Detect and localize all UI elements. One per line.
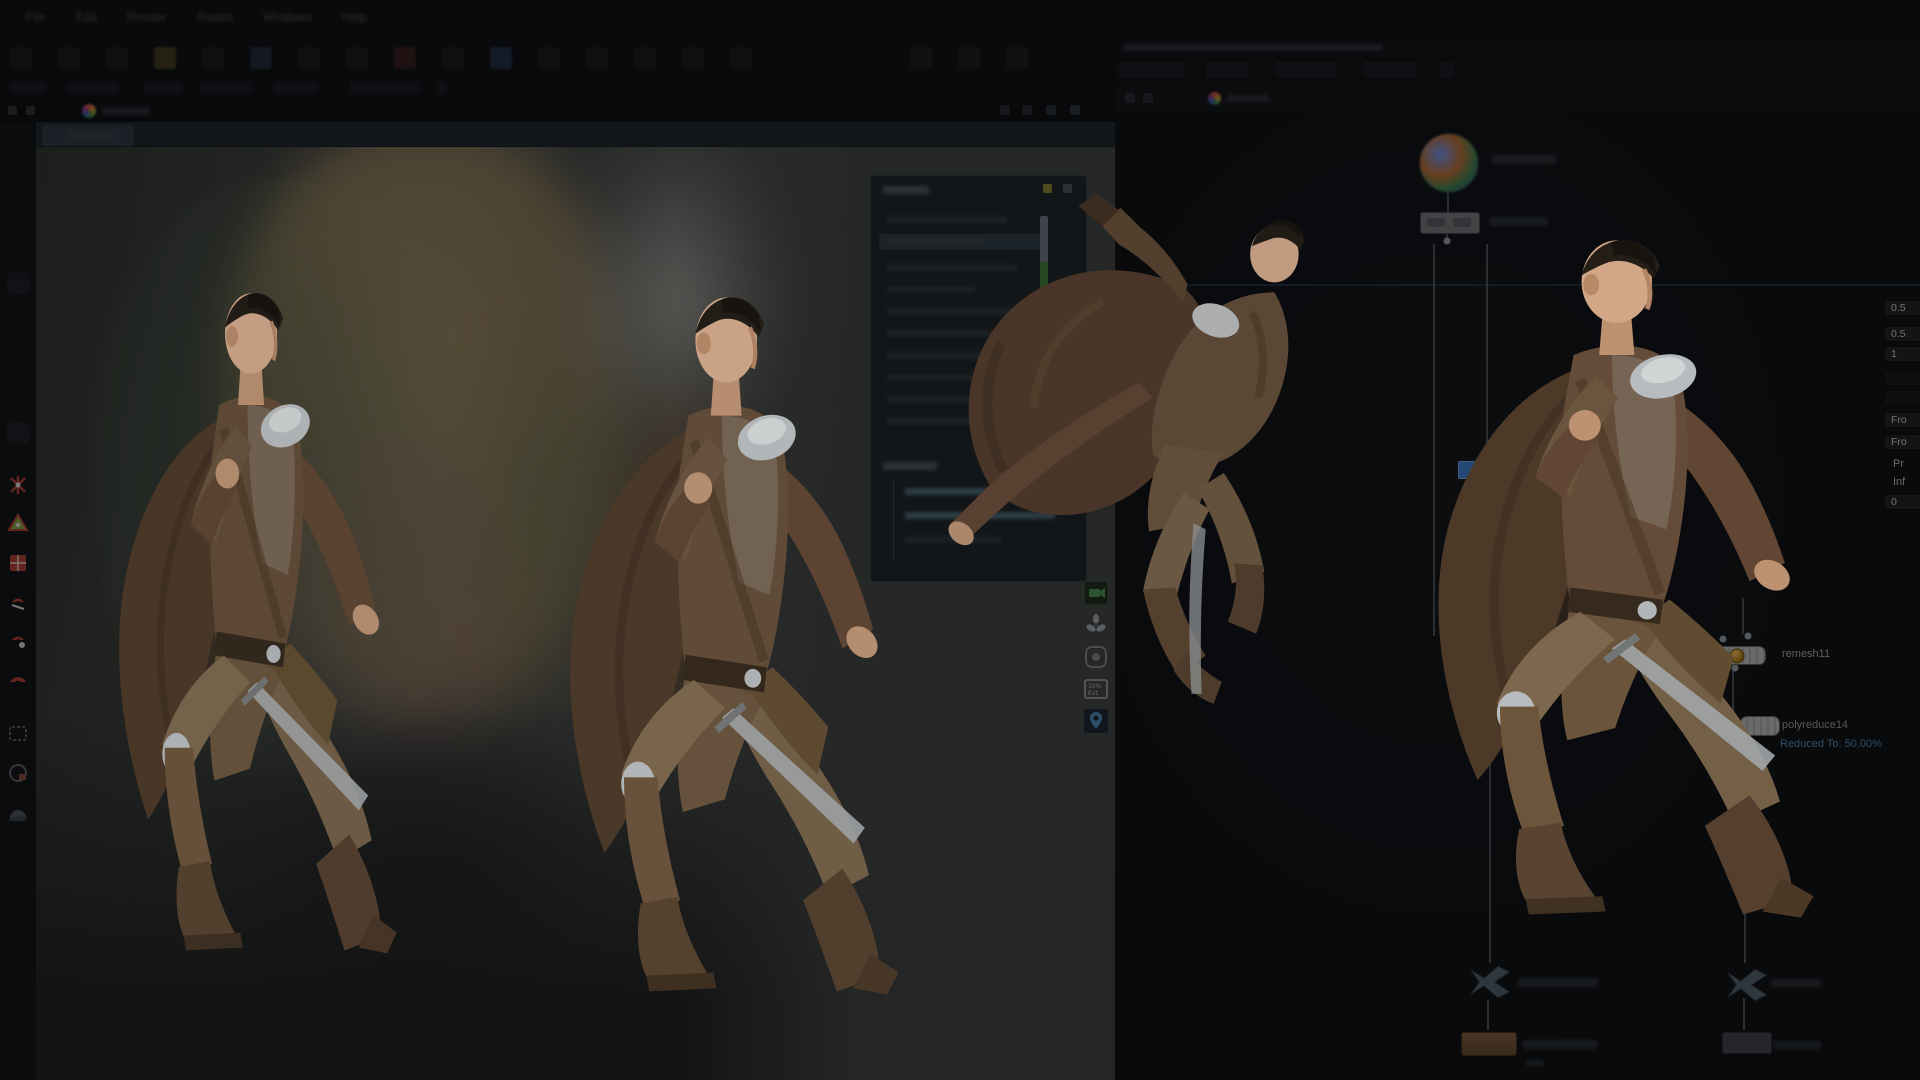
param-value[interactable]: 1 (1884, 346, 1920, 362)
node-label-blob (1492, 155, 1556, 164)
geometry-sphere-node[interactable] (1419, 133, 1479, 193)
param-value[interactable]: 0.5 (1884, 326, 1920, 342)
node-flag-blob (1526, 1060, 1544, 1066)
node-label-blob (1773, 1041, 1821, 1049)
param-label-partial: Pr (1893, 458, 1904, 470)
node-label-blob (1523, 1040, 1597, 1049)
output-node[interactable] (1461, 1032, 1517, 1056)
param-value[interactable]: 0.5 (1884, 300, 1920, 316)
param-label-partial: Inf (1893, 476, 1905, 488)
param-dropdown[interactable]: Fro (1884, 412, 1920, 428)
houdini-window: File Edit Render Assets Windows Help (0, 0, 1920, 1080)
param-value[interactable] (1884, 390, 1920, 406)
param-value[interactable]: 0 (1884, 494, 1920, 510)
param-dropdown[interactable]: Fro (1884, 434, 1920, 450)
character-model-d[interactable] (1372, 196, 1852, 991)
character-model-a[interactable] (70, 250, 425, 1025)
param-value[interactable] (1884, 370, 1920, 386)
node-chip[interactable] (1722, 1032, 1772, 1054)
character-model-c[interactable] (850, 192, 1335, 724)
